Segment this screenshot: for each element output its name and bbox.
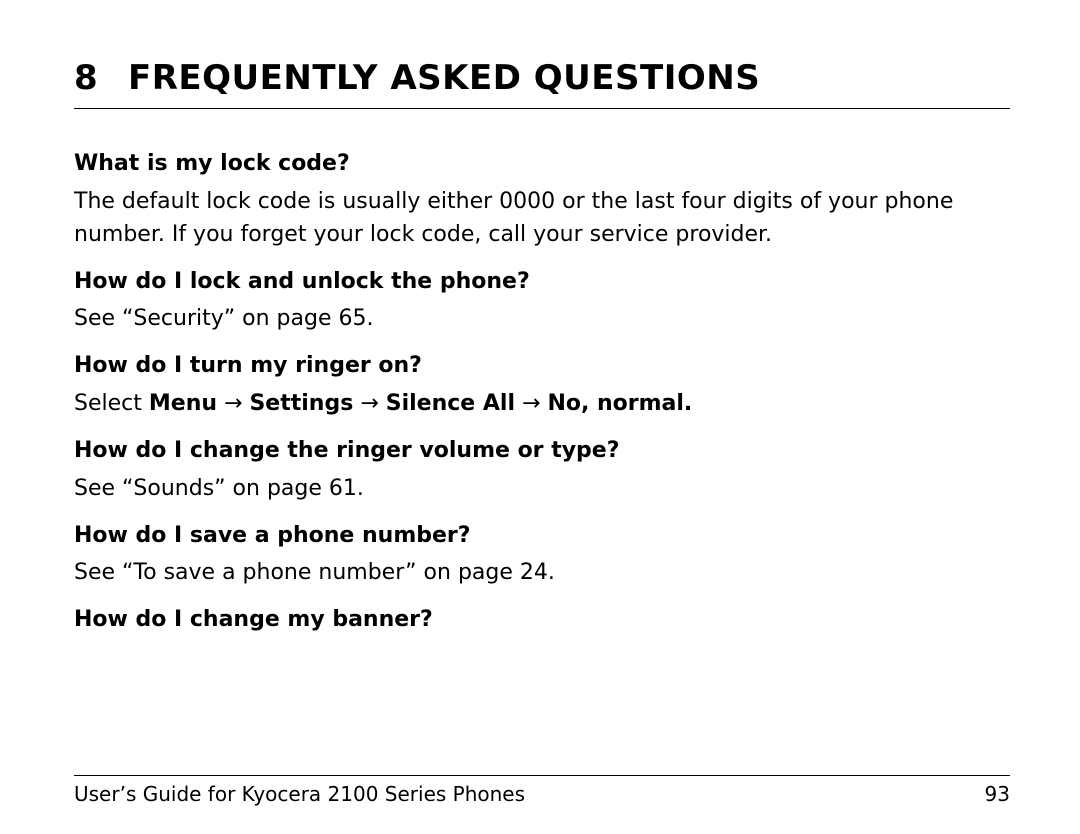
faq-block-1: How do I lock and unlock the phone? See … bbox=[74, 267, 1010, 336]
faq-question: How do I change my banner? bbox=[74, 605, 1010, 635]
faq-block-0: What is my lock code? The default lock c… bbox=[74, 149, 1010, 251]
arrow-icon: → bbox=[224, 391, 242, 416]
faq-block-4: How do I save a phone number? See “To sa… bbox=[74, 521, 1010, 590]
faq-block-5: How do I change my banner? bbox=[74, 605, 1010, 635]
page-number: 93 bbox=[985, 782, 1010, 806]
page-footer: User’s Guide for Kyocera 2100 Series Pho… bbox=[74, 775, 1010, 806]
faq-answer: The default lock code is usually either … bbox=[74, 185, 1010, 251]
footer-row: User’s Guide for Kyocera 2100 Series Pho… bbox=[74, 782, 1010, 806]
document-page: 8 FREQUENTLY ASKED QUESTIONS What is my … bbox=[0, 0, 1080, 834]
footer-divider bbox=[74, 775, 1010, 776]
faq-answer: See “To save a phone number” on page 24. bbox=[74, 556, 1010, 589]
chapter-title-text: FREQUENTLY ASKED QUESTIONS bbox=[128, 58, 760, 98]
faq-question: How do I lock and unlock the phone? bbox=[74, 267, 1010, 297]
faq-question: How do I turn my ringer on? bbox=[74, 351, 1010, 381]
faq-block-2: How do I turn my ringer on? Select Menu … bbox=[74, 351, 1010, 420]
answer-prefix: Select bbox=[74, 391, 149, 416]
faq-question: What is my lock code? bbox=[74, 149, 1010, 179]
footer-left-text: User’s Guide for Kyocera 2100 Series Pho… bbox=[74, 782, 525, 806]
faq-answer: See “Sounds” on page 61. bbox=[74, 472, 1010, 505]
faq-question: How do I save a phone number? bbox=[74, 521, 1010, 551]
faq-answer-menu-path: Select Menu → Settings → Silence All → N… bbox=[74, 387, 1010, 420]
chapter-heading: 8 FREQUENTLY ASKED QUESTIONS bbox=[74, 58, 1010, 98]
arrow-icon: → bbox=[360, 391, 378, 416]
menu-step: Menu bbox=[149, 391, 217, 416]
chapter-number: 8 bbox=[74, 58, 102, 98]
faq-block-3: How do I change the ringer volume or typ… bbox=[74, 436, 1010, 505]
menu-step: Settings bbox=[249, 391, 353, 416]
arrow-icon: → bbox=[522, 391, 540, 416]
faq-question: How do I change the ringer volume or typ… bbox=[74, 436, 1010, 466]
faq-answer: See “Security” on page 65. bbox=[74, 302, 1010, 335]
menu-step: No, normal. bbox=[547, 391, 692, 416]
title-divider bbox=[74, 108, 1010, 109]
menu-step: Silence All bbox=[386, 391, 515, 416]
